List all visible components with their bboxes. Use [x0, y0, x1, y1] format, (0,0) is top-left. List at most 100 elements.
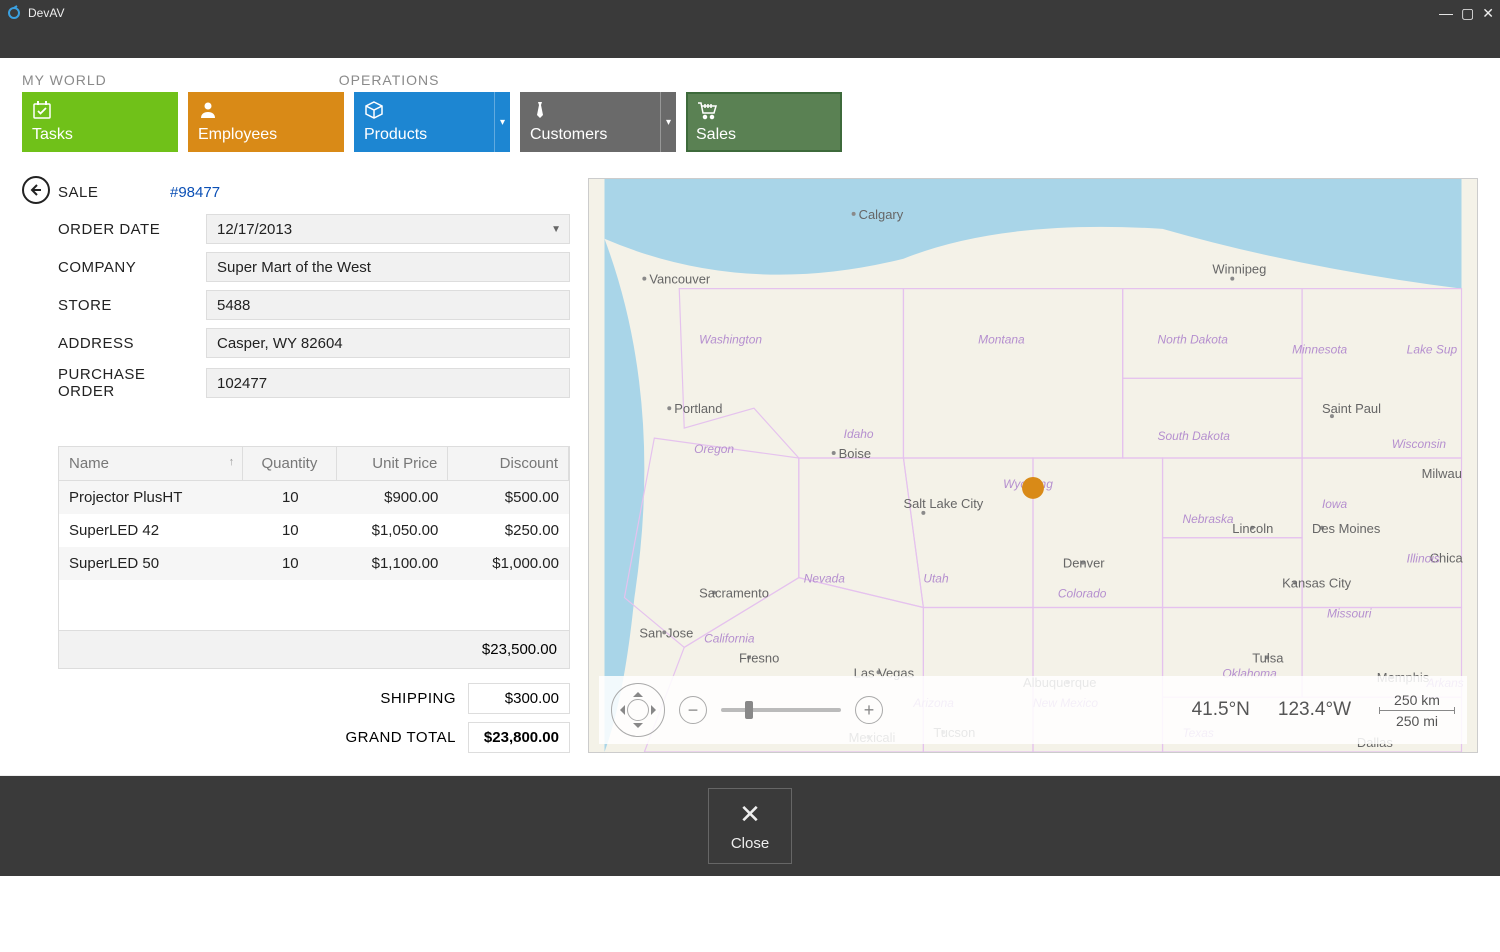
tile-employees-label: Employees: [198, 126, 277, 144]
value-grand-total: $23,800.00: [468, 722, 570, 753]
titlebar: DevAV — ▢ ✕: [0, 0, 1500, 26]
cell-unit: $1,050.00: [337, 514, 448, 547]
svg-text:Fresno: Fresno: [739, 650, 779, 665]
map-lat: 41.5°N: [1192, 699, 1250, 721]
grid-subtotal: $23,500.00: [59, 630, 569, 668]
company-field[interactable]: [206, 252, 570, 282]
bottom-bar: ✕ Close: [0, 776, 1500, 876]
tile-products-dropdown[interactable]: ▾: [494, 92, 510, 152]
col-name-label: Name: [69, 455, 109, 472]
close-button[interactable]: ✕ Close: [708, 788, 792, 864]
label-company: COMPANY: [58, 259, 206, 276]
value-shipping: $300.00: [468, 683, 570, 714]
svg-text:South Dakota: South Dakota: [1158, 429, 1231, 443]
svg-text:Iowa: Iowa: [1322, 497, 1348, 511]
cell-disc: $250.00: [448, 514, 569, 547]
svg-text:Tulsa: Tulsa: [1252, 650, 1284, 665]
svg-text:Idaho: Idaho: [844, 427, 874, 441]
svg-text:San Jose: San Jose: [639, 625, 693, 640]
svg-text:Calgary: Calgary: [859, 207, 904, 222]
svg-text:Montana: Montana: [978, 332, 1025, 346]
tile-customers[interactable]: Customers ▾: [520, 92, 676, 152]
label-address: ADDRESS: [58, 335, 206, 352]
zoom-in-button[interactable]: +: [855, 696, 883, 724]
address-field[interactable]: [206, 328, 570, 358]
purchase-order-field[interactable]: [206, 368, 570, 398]
tile-employees[interactable]: Employees: [188, 92, 344, 152]
svg-text:Boise: Boise: [839, 446, 871, 461]
person-icon: [198, 100, 277, 122]
svg-text:Milwau: Milwau: [1422, 466, 1462, 481]
close-icon: ✕: [739, 801, 761, 827]
col-qty[interactable]: Quantity: [243, 447, 337, 480]
svg-text:Washington: Washington: [699, 332, 762, 346]
svg-text:Salt Lake City: Salt Lake City: [903, 496, 983, 511]
tile-tasks-label: Tasks: [32, 126, 73, 144]
back-button[interactable]: [22, 176, 50, 204]
cell-disc: $1,000.00: [448, 547, 569, 580]
tile-products-label: Products: [364, 126, 484, 144]
tile-sales[interactable]: Sales: [686, 92, 842, 152]
pan-control[interactable]: [611, 683, 665, 737]
col-unit[interactable]: Unit Price: [337, 447, 449, 480]
map-scale: 250 km 250 mi: [1379, 692, 1455, 729]
table-row[interactable]: SuperLED 50 10 $1,100.00 $1,000.00: [59, 547, 569, 580]
svg-text:Lake Sup: Lake Sup: [1407, 342, 1458, 356]
zoom-out-button[interactable]: −: [679, 696, 707, 724]
grid-empty-area: [59, 580, 569, 630]
store-field[interactable]: [206, 290, 570, 320]
svg-text:Missouri: Missouri: [1327, 606, 1372, 620]
tile-sales-label: Sales: [696, 126, 736, 144]
label-grand-total: GRAND TOTAL: [345, 729, 456, 746]
table-row[interactable]: SuperLED 42 10 $1,050.00 $250.00: [59, 514, 569, 547]
col-name[interactable]: Name↑: [59, 447, 243, 480]
tile-tasks[interactable]: Tasks: [22, 92, 178, 152]
minimize-icon[interactable]: —: [1439, 6, 1453, 20]
svg-text:Kansas City: Kansas City: [1282, 576, 1352, 591]
svg-text:Minnesota: Minnesota: [1292, 342, 1347, 356]
box-icon: [364, 100, 484, 122]
cell-name: SuperLED 50: [59, 547, 244, 580]
ribbon-group-myworld: MY WORLD: [22, 72, 107, 88]
zoom-slider[interactable]: [721, 708, 841, 712]
tie-icon: [530, 100, 650, 122]
svg-text:California: California: [704, 631, 755, 645]
order-date-select[interactable]: 12/17/2013 ▼: [206, 214, 570, 244]
label-store: STORE: [58, 297, 206, 314]
sale-id: #98477: [170, 184, 220, 201]
svg-text:Portland: Portland: [674, 401, 722, 416]
table-row[interactable]: Projector PlusHT 10 $900.00 $500.00: [59, 481, 569, 514]
calendar-check-icon: [32, 100, 73, 122]
app-logo-icon: [6, 5, 22, 21]
line-items-grid: Name↑ Quantity Unit Price Discount Proje…: [58, 446, 570, 669]
svg-text:Utah: Utah: [923, 572, 949, 586]
label-purchase-order: PURCHASE ORDER: [58, 366, 206, 400]
svg-text:Nevada: Nevada: [804, 572, 846, 586]
chevron-down-icon: ▼: [551, 224, 561, 235]
svg-text:Denver: Denver: [1063, 556, 1105, 571]
close-label: Close: [731, 835, 769, 852]
tile-customers-dropdown[interactable]: ▾: [660, 92, 676, 152]
svg-text:Oregon: Oregon: [694, 442, 734, 456]
cell-name: SuperLED 42: [59, 514, 244, 547]
order-date-value: 12/17/2013: [217, 221, 292, 238]
col-disc[interactable]: Discount: [448, 447, 569, 480]
map[interactable]: Calgary Vancouver Winnipeg Portland Bois…: [588, 178, 1478, 753]
maximize-icon[interactable]: ▢: [1461, 6, 1474, 20]
cell-unit: $900.00: [337, 481, 448, 514]
window-title: DevAV: [28, 6, 64, 20]
svg-text:North Dakota: North Dakota: [1158, 332, 1229, 346]
svg-text:Lincoln: Lincoln: [1232, 521, 1273, 536]
svg-text:Vancouver: Vancouver: [649, 272, 711, 287]
map-controls: − + 41.5°N 123.4°W 250 km 250 mi: [599, 676, 1467, 744]
svg-text:Winnipeg: Winnipeg: [1212, 262, 1266, 277]
cell-qty: 10: [244, 514, 337, 547]
cell-name: Projector PlusHT: [59, 481, 244, 514]
svg-text:Saint Paul: Saint Paul: [1322, 401, 1381, 416]
header-band: [0, 26, 1500, 58]
window-close-icon[interactable]: ✕: [1482, 6, 1494, 20]
map-pin: [1022, 477, 1044, 499]
tile-products[interactable]: Products ▾: [354, 92, 510, 152]
map-scale-mi: 250 mi: [1396, 713, 1438, 729]
cell-disc: $500.00: [448, 481, 569, 514]
